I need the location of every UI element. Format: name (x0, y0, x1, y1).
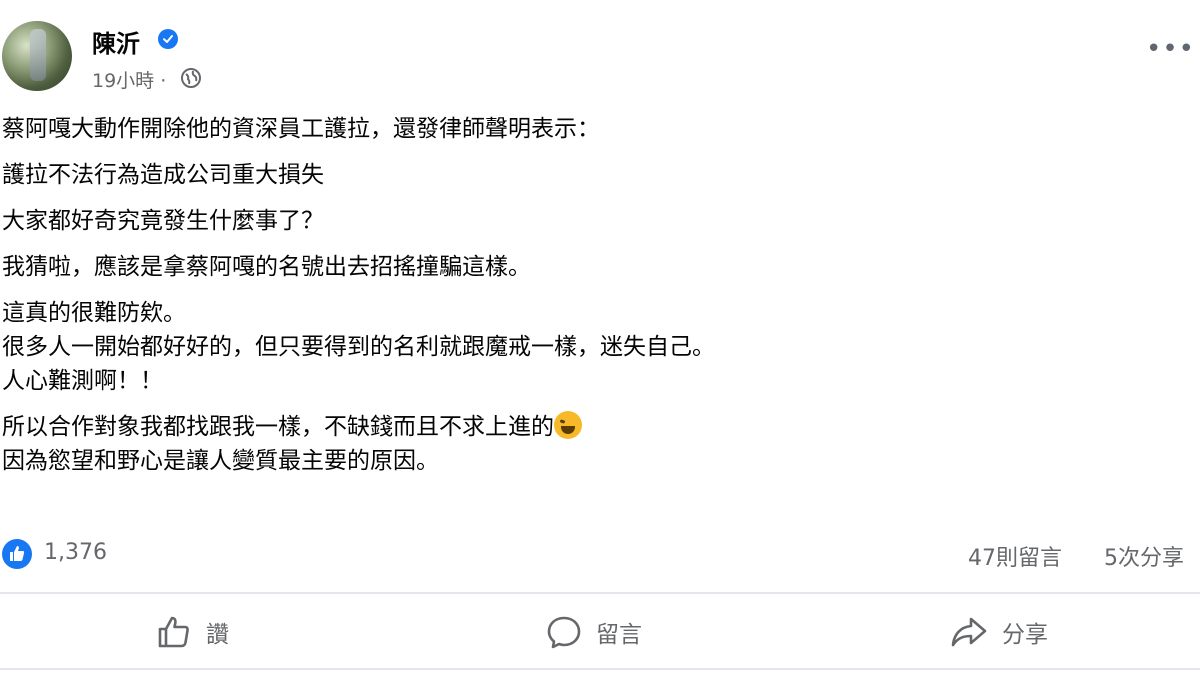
post-paragraph: 蔡阿嘎大動作開除他的資深員工護拉，還發律師聲明表示： (2, 116, 600, 142)
post-timestamp[interactable]: 19小時 · (92, 66, 166, 93)
reaction-stats: 1,376 47則留言 5次分享 (0, 536, 1200, 576)
divider (0, 668, 1200, 670)
like-label: 讚 (206, 622, 229, 648)
comment-button[interactable]: 留言 (546, 596, 642, 668)
laughing-emoji-icon (554, 411, 582, 439)
comment-bubble-icon (547, 616, 581, 649)
post-header: 陳沂 19小時 · ••• (0, 18, 1200, 98)
post-paragraph: 我猜啦，應該是拿蔡阿嘎的名號出去招搖撞騙這樣。 (2, 254, 531, 280)
globe-icon[interactable] (180, 67, 202, 89)
post-paragraph: 大家都好奇究竟發生什麼事了？ (2, 208, 324, 234)
divider (0, 592, 1200, 594)
post-paragraph: 護拉不法行為造成公司重大損失 (2, 162, 324, 188)
like-count[interactable]: 1,376 (44, 540, 107, 565)
comment-label: 留言 (596, 622, 642, 648)
post-paragraph: 所以合作對象我都找跟我一樣，不缺錢而且不求上進的 (2, 410, 1182, 444)
like-reaction-icon[interactable] (2, 539, 32, 569)
share-arrow-icon (951, 617, 987, 647)
avatar[interactable] (2, 21, 72, 91)
more-options-button[interactable]: ••• (1146, 36, 1194, 64)
action-bar: 讚 留言 分享 (0, 596, 1200, 668)
share-label: 分享 (1002, 622, 1048, 648)
post-paragraph: 很多人一開始都好好的，但只要得到的名利就跟魔戒一樣，迷失自己。 (2, 334, 715, 360)
author-name[interactable]: 陳沂 (92, 24, 140, 59)
comment-count[interactable]: 47則留言 (968, 540, 1062, 572)
post-line-text: 所以合作對象我都找跟我一樣，不缺錢而且不求上進的 (2, 414, 554, 440)
share-button[interactable]: 分享 (950, 596, 1048, 668)
share-count[interactable]: 5次分享 (1104, 540, 1184, 572)
like-button[interactable]: 讚 (156, 596, 229, 668)
post-paragraph: 這真的很難防欸。 (2, 300, 186, 326)
thumbs-up-icon (158, 616, 189, 648)
post-paragraph: 人心難測啊！！ (2, 368, 163, 394)
post-paragraph: 因為慾望和野心是讓人變質最主要的原因。 (2, 448, 439, 474)
post-body: 蔡阿嘎大動作開除他的資深員工護拉，還發律師聲明表示： 護拉不法行為造成公司重大損… (2, 112, 1182, 478)
verified-badge-icon (158, 29, 178, 49)
